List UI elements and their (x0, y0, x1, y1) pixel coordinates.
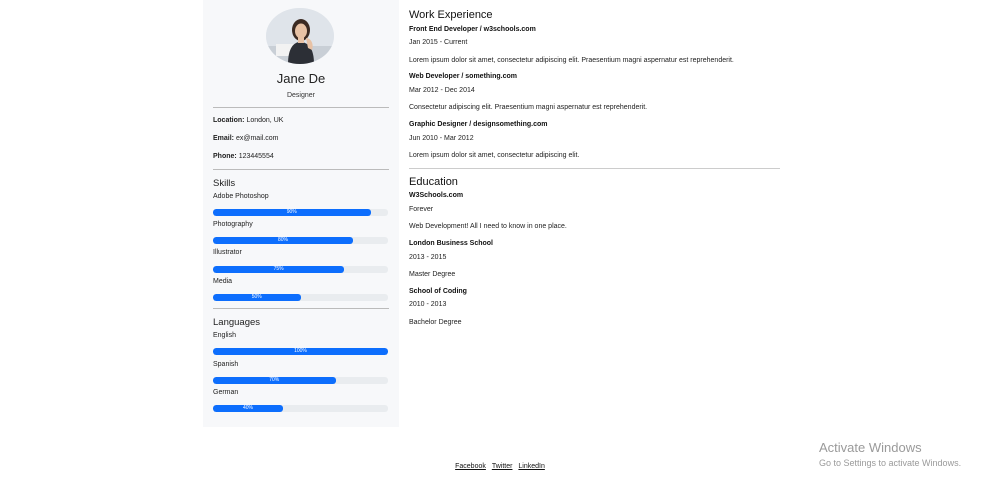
skill-label: Adobe Photoshop (213, 193, 269, 200)
job-title: Front End Developer / w3schools.com (409, 26, 536, 33)
location-value: London, UK (246, 117, 284, 124)
phone-value: 123445554 (238, 153, 274, 160)
school-name: School of Coding (409, 288, 467, 295)
divider (213, 107, 389, 108)
email-label: Email: (213, 135, 235, 142)
activate-windows-title: Activate Windows (819, 440, 922, 455)
language-label: German (213, 389, 239, 396)
job-description: Consectetur adipiscing elit. Praesentium… (409, 104, 648, 111)
school-name: W3Schools.com (409, 192, 464, 199)
location-line: Location: London, UK (213, 117, 283, 124)
skill-label: Photography (213, 221, 253, 228)
language-progress-fill: 100% (213, 348, 388, 355)
profile-role: Designer (286, 92, 315, 99)
job-description: Lorem ipsum dolor sit amet, consectetur … (409, 57, 734, 64)
language-progress-fill: 40% (213, 405, 283, 412)
divider (213, 169, 389, 170)
school-period: 2010 - 2013 (409, 301, 447, 308)
facebook-link[interactable]: Facebook (455, 463, 486, 470)
language-label: Spanish (213, 361, 239, 368)
language-progress-bar: 100% (213, 348, 388, 355)
job-period: Jun 2010 - Mar 2012 (409, 135, 474, 142)
skill-progress-bar: 80% (213, 237, 388, 244)
work-experience-title: Work Experience (409, 9, 493, 21)
skill-label: Illustrator (213, 249, 242, 256)
school-description: Web Development! All I need to know in o… (409, 223, 567, 230)
language-progress-fill: 70% (213, 377, 336, 384)
divider (213, 308, 389, 309)
phone-line: Phone: 123445554 (213, 153, 274, 160)
activate-windows-subtitle: Go to Settings to activate Windows. (819, 458, 962, 468)
school-description: Master Degree (409, 271, 456, 278)
avatar (266, 8, 334, 64)
profile-photo (266, 8, 334, 64)
language-progress-bar: 40% (213, 405, 388, 412)
linkedin-link[interactable]: LinkedIn (518, 463, 544, 470)
skill-progress-fill: 80% (213, 237, 353, 244)
job-title: Graphic Designer / designsomething.com (409, 121, 548, 128)
languages-title: Languages (213, 317, 261, 328)
divider (409, 168, 780, 169)
school-period: Forever (409, 206, 434, 213)
education-title: Education (409, 176, 458, 188)
skill-progress-bar: 75% (213, 266, 388, 273)
email-value: ex@mail.com (235, 135, 279, 142)
job-period: Mar 2012 - Dec 2014 (409, 87, 475, 94)
profile-name: Jane De (276, 71, 326, 86)
skill-progress-bar: 50% (213, 294, 388, 301)
email-line: Email: ex@mail.com (213, 135, 278, 142)
skill-progress-fill: 50% (213, 294, 301, 301)
job-description: Lorem ipsum dolor sit amet, consectetur … (409, 152, 580, 159)
language-label: English (213, 332, 236, 339)
skill-progress-fill: 90% (213, 209, 371, 216)
location-label: Location: (213, 117, 245, 124)
language-progress-bar: 70% (213, 377, 388, 384)
twitter-link[interactable]: Twitter (492, 463, 513, 470)
school-description: Bachelor Degree (409, 319, 462, 326)
phone-label: Phone: (213, 153, 237, 160)
job-period: Jan 2015 - Current (409, 39, 468, 46)
skill-label: Media (213, 278, 233, 285)
profile-sidebar: Jane De Designer Location: London, UK Em… (203, 0, 399, 427)
school-name: London Business School (409, 240, 494, 247)
school-period: 2013 - 2015 (409, 254, 447, 261)
skill-progress-fill: 75% (213, 266, 345, 273)
skills-title: Skills (213, 178, 236, 189)
job-title: Web Developer / something.com (409, 73, 518, 80)
skill-progress-bar: 90% (213, 209, 388, 216)
